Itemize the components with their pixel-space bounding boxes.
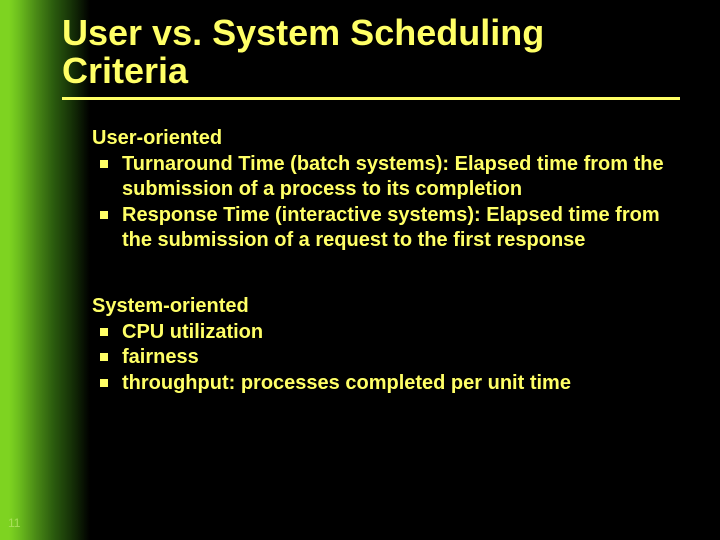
title-line-1: User vs. System Scheduling [62,12,544,53]
bullet-icon [100,160,108,168]
list-item: Response Time (interactive systems): Ela… [92,203,682,254]
list-item: fairness [92,345,682,371]
slide-title: User vs. System Scheduling Criteria [62,14,544,90]
section-1-head: User-oriented [92,126,682,152]
bullet-icon [100,328,108,336]
page-number: 11 [8,516,20,530]
bullet-text: CPU utilization [122,321,263,343]
section-2-bullets: CPU utilization fairness throughput: pro… [92,320,682,397]
bullet-text: fairness [122,346,199,368]
bullet-icon [100,353,108,361]
bullet-icon [100,211,108,219]
bullet-text: Response Time (interactive systems): Ela… [122,204,660,252]
slide-body: User-oriented Turnaround Time (batch sys… [92,126,682,396]
bullet-icon [100,379,108,387]
list-item: throughput: processes completed per unit… [92,371,682,397]
list-item: Turnaround Time (batch systems): Elapsed… [92,152,682,203]
section-2-head: System-oriented [92,294,682,320]
bullet-text: Turnaround Time (batch systems): Elapsed… [122,153,664,201]
title-line-2: Criteria [62,50,188,91]
slide: User vs. System Scheduling Criteria User… [0,0,720,540]
list-item: CPU utilization [92,320,682,346]
section-gap [92,254,682,294]
section-1-bullets: Turnaround Time (batch systems): Elapsed… [92,152,682,254]
bullet-text: throughput: processes completed per unit… [122,372,571,394]
title-underline [62,97,680,100]
